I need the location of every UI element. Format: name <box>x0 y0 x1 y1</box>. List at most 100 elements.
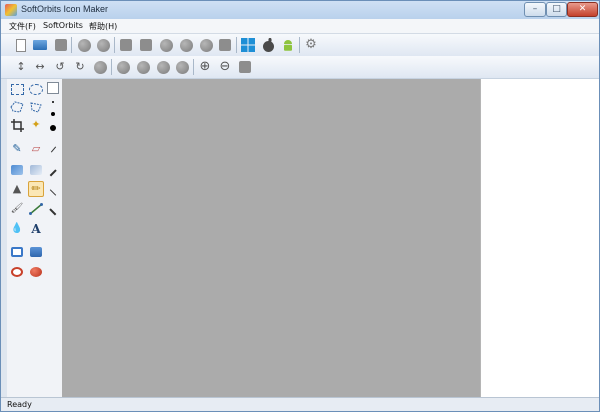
toolbar-separator <box>71 37 72 53</box>
app-window: SoftOrbits Icon Maker – □ ✕ 文件(F) SoftOr… <box>0 0 600 412</box>
new-file-button[interactable] <box>13 37 29 53</box>
brush-size-2[interactable] <box>51 112 55 116</box>
app-logo-icon <box>5 4 17 16</box>
zoom-out-icon: ⊖ <box>219 59 231 74</box>
brush-size-box[interactable] <box>47 82 59 94</box>
save-button[interactable] <box>53 37 69 53</box>
maximize-button[interactable]: □ <box>546 2 567 17</box>
flip-vertical-button[interactable]: ↕ <box>13 59 29 75</box>
open-file-button[interactable] <box>32 37 48 53</box>
menu-file[interactable]: 文件(F) <box>9 21 36 32</box>
menu-bar: 文件(F) SoftOrbits 帮助(H) <box>1 19 599 34</box>
text-tool[interactable]: A <box>28 221 44 237</box>
rectangle-outline-icon <box>11 247 23 257</box>
status-bar: Ready <box>1 397 599 411</box>
eraser-tool[interactable]: ▱ <box>28 141 44 157</box>
toolbar-button-disabled-9[interactable] <box>155 59 171 75</box>
rect-select-tool[interactable] <box>9 81 25 97</box>
toolbar-button-disabled-6[interactable] <box>217 37 233 53</box>
toolbar-button-disabled-7[interactable] <box>115 59 131 75</box>
toolbar-button-disabled-5[interactable] <box>198 37 214 53</box>
brush-line-2[interactable] <box>49 169 57 177</box>
zoom-out-button[interactable]: ⊖ <box>217 59 233 75</box>
trash-all-icon <box>140 39 152 51</box>
android-logo-icon <box>284 40 292 51</box>
eyedropper-tool[interactable]: ✎ <box>9 141 25 157</box>
brush-line-1[interactable] <box>50 146 57 153</box>
rotate-left-icon: ↺ <box>55 60 65 73</box>
mac-icon-button[interactable] <box>260 37 276 53</box>
minimize-button[interactable]: – <box>524 2 546 17</box>
rect-select-icon <box>10 83 24 95</box>
zoom-in-button[interactable]: ⊕ <box>197 59 213 75</box>
blur-tool[interactable]: 💧 <box>9 221 25 237</box>
drawing-canvas[interactable] <box>62 79 480 397</box>
rectangle-filled-tool[interactable] <box>28 244 44 260</box>
apple-logo-icon <box>262 38 274 52</box>
panel-grip[interactable] <box>1 79 7 397</box>
stamp-tool[interactable]: ▲ <box>9 181 25 197</box>
rotate-left-button[interactable]: ↺ <box>52 59 68 75</box>
edit-toolbar: ↕ ↔ ↺ ↻ ⊕ ⊖ <box>1 56 599 79</box>
settings-button[interactable]: ⚙ <box>303 37 319 53</box>
flip-vertical-icon: ↕ <box>16 60 26 73</box>
rotate-button[interactable] <box>92 59 108 75</box>
brush-line-3[interactable] <box>49 189 57 196</box>
water-drop-icon: 💧 <box>10 223 24 234</box>
close-button[interactable]: ✕ <box>567 2 598 17</box>
polygon-select-tool[interactable] <box>28 99 44 115</box>
gradient-bucket-icon <box>30 165 42 175</box>
ellipse-select-tool[interactable] <box>28 81 44 97</box>
lasso-select-tool[interactable] <box>9 99 25 115</box>
rectangle-outline-tool[interactable] <box>9 244 25 260</box>
toolbar-separator <box>236 37 237 53</box>
toolbar-button-disabled-2[interactable] <box>95 37 111 53</box>
ellipse-select-icon <box>29 83 43 95</box>
brush-line-4[interactable] <box>49 208 57 216</box>
tool-panel: ✦ ✎ ▱ ▲ ✏ 🖌 💧 A <box>1 79 63 397</box>
toolbar-button-disabled-4[interactable] <box>178 37 194 53</box>
lasso-icon <box>10 101 24 113</box>
crop-icon <box>10 118 24 132</box>
pencil-tool[interactable]: ✏ <box>28 181 44 197</box>
flip-horizontal-button[interactable]: ↔ <box>32 59 48 75</box>
toolbar-separator <box>299 37 300 53</box>
rotate-right-button[interactable]: ↻ <box>72 59 88 75</box>
toolbar-button-disabled-8[interactable] <box>135 59 151 75</box>
brush-tool[interactable]: 🖌 <box>9 201 25 217</box>
save-icon <box>55 39 67 51</box>
open-folder-icon <box>33 40 47 50</box>
placeholder-icon <box>156 60 170 74</box>
title-bar[interactable]: SoftOrbits Icon Maker – □ ✕ <box>1 1 599 19</box>
line-tool[interactable] <box>28 201 44 217</box>
placeholder-icon <box>77 38 91 52</box>
ellipse-outline-tool[interactable] <box>9 264 25 280</box>
android-icon-button[interactable] <box>280 37 296 53</box>
actual-size-button[interactable] <box>237 59 253 75</box>
placeholder-icon <box>179 38 193 52</box>
zoom-in-icon: ⊕ <box>199 59 211 74</box>
toolbar-button-disabled-3[interactable] <box>158 37 174 53</box>
menu-softorbits[interactable]: SoftOrbits <box>43 21 83 30</box>
magic-wand-tool[interactable]: ✦ <box>28 117 44 133</box>
crop-tool[interactable] <box>9 117 25 133</box>
windows-icon-button[interactable] <box>240 37 256 53</box>
rotate-icon <box>93 60 107 74</box>
window-title: SoftOrbits Icon Maker <box>21 4 109 14</box>
toolbar-button-disabled-1[interactable] <box>76 37 92 53</box>
delete-all-button[interactable] <box>138 37 154 53</box>
pencil-icon: ✏ <box>31 182 41 195</box>
ellipse-filled-tool[interactable] <box>28 264 44 280</box>
brush-size-1[interactable] <box>52 101 54 103</box>
gradient-fill-tool[interactable] <box>28 162 44 178</box>
icon-preview-panel <box>480 79 599 397</box>
delete-button[interactable] <box>118 37 134 53</box>
ellipse-filled-icon <box>30 267 42 277</box>
toolbar-button-disabled-10[interactable] <box>174 59 190 75</box>
placeholder-icon <box>199 38 213 52</box>
fill-tool[interactable] <box>9 162 25 178</box>
flip-horizontal-icon: ↔ <box>35 60 45 73</box>
brush-size-3[interactable] <box>50 125 56 131</box>
placeholder-icon <box>175 60 189 74</box>
menu-help[interactable]: 帮助(H) <box>89 21 117 32</box>
